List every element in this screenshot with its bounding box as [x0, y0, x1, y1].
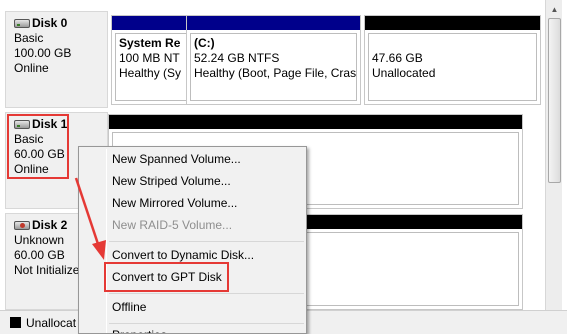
- red-arrow-icon: [74, 177, 106, 260]
